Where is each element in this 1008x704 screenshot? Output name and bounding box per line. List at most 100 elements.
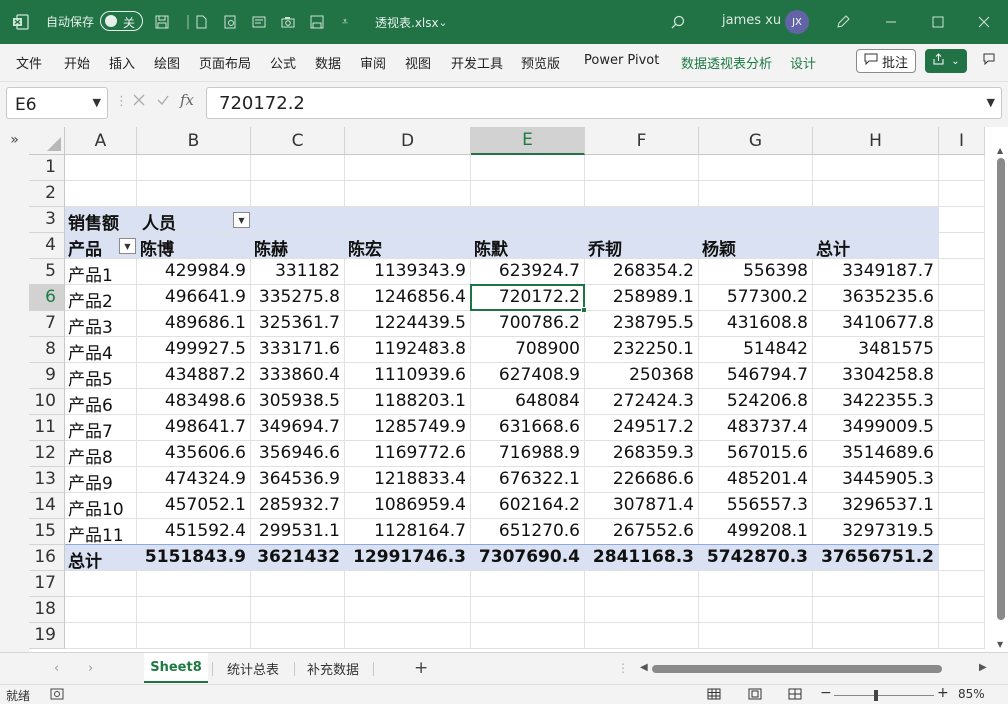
row-header-19[interactable]: 19 <box>29 623 65 649</box>
pivot-value-cell[interactable]: 623924.7 <box>471 259 585 285</box>
form-icon[interactable] <box>248 11 270 33</box>
cell[interactable] <box>699 207 813 233</box>
pivot-value-cell[interactable]: 485201.4 <box>699 467 813 493</box>
cell[interactable] <box>939 545 985 571</box>
sheet-tab-sheet8[interactable]: Sheet8 <box>144 653 208 683</box>
menu-pivot-analyze[interactable]: 数据透视表分析 <box>681 53 772 72</box>
close-icon[interactable] <box>973 11 995 33</box>
menu-file[interactable]: 文件 <box>16 53 42 72</box>
cell[interactable] <box>813 207 939 233</box>
cell[interactable] <box>939 597 985 623</box>
pivot-value-cell[interactable]: 1086959.4 <box>345 493 471 519</box>
pivot-total-row-label[interactable]: 总计 <box>65 545 137 572</box>
row-header-5[interactable]: 5 <box>29 259 65 285</box>
pivot-value-cell[interactable]: 249517.2 <box>585 415 699 441</box>
pivot-value-cell[interactable]: 268359.3 <box>585 441 699 467</box>
cell[interactable] <box>939 467 985 493</box>
menu-draw[interactable]: 绘图 <box>154 53 180 72</box>
print-preview-icon[interactable] <box>219 11 241 33</box>
pivot-value-cell[interactable]: 457052.1 <box>137 493 251 519</box>
search-icon[interactable] <box>667 11 689 33</box>
name-box[interactable]: E6 ▼ <box>6 87 108 119</box>
pivot-value-cell[interactable]: 483498.6 <box>137 389 251 415</box>
row-header-1[interactable]: 1 <box>29 155 65 181</box>
pivot-grand-total-label[interactable]: 总计 <box>813 233 939 260</box>
pivot-value-cell[interactable]: 700786.2 <box>471 311 585 337</box>
pivot-value-cell[interactable]: 333860.4 <box>251 363 345 389</box>
pivot-value-cell[interactable]: 546794.7 <box>699 363 813 389</box>
pivot-value-cell[interactable]: 1218833.4 <box>345 467 471 493</box>
pivot-value-cell[interactable]: 3304258.8 <box>813 363 939 389</box>
row-header-15[interactable]: 15 <box>29 519 65 545</box>
cell[interactable] <box>471 571 585 597</box>
cell[interactable] <box>813 155 939 181</box>
cell[interactable] <box>251 571 345 597</box>
pivot-value-cell[interactable]: 567015.6 <box>699 441 813 467</box>
file-name[interactable]: 透视表.xlsx <box>375 14 439 31</box>
pivot-value-cell[interactable]: 1188203.1 <box>345 389 471 415</box>
menu-home[interactable]: 开始 <box>64 53 90 72</box>
pivot-value-cell[interactable]: 335275.8 <box>251 285 345 311</box>
cell[interactable] <box>939 415 985 441</box>
tab-prev-icon[interactable]: ‹ <box>54 661 59 676</box>
zoom-slider[interactable] <box>834 690 934 701</box>
row-header-8[interactable]: 8 <box>29 337 65 363</box>
pivot-value-cell[interactable]: 474324.9 <box>137 467 251 493</box>
cell[interactable] <box>699 597 813 623</box>
pivot-column-label[interactable]: 乔韧 <box>585 233 699 260</box>
cancel-icon[interactable] <box>132 93 146 111</box>
select-all-corner[interactable] <box>29 127 65 155</box>
pivot-total-cell[interactable]: 37656751.2 <box>813 545 939 571</box>
cell[interactable] <box>345 623 471 649</box>
scroll-up-icon[interactable]: ▲ <box>997 146 1003 155</box>
pivot-row-label[interactable]: 产品3 <box>65 311 137 338</box>
pivot-column-label[interactable]: 陈赫 <box>251 233 345 260</box>
sheet-tab-summary[interactable]: 统计总表 <box>214 653 292 683</box>
column-header-e[interactable]: E <box>471 127 585 155</box>
chevron-down-icon[interactable]: ▼ <box>93 96 101 109</box>
menu-formulas[interactable]: 公式 <box>270 53 296 72</box>
pivot-value-cell[interactable]: 716988.9 <box>471 441 585 467</box>
pivot-value-cell[interactable]: 708900 <box>471 337 585 363</box>
macro-record-icon[interactable] <box>50 688 64 703</box>
scroll-down-icon[interactable]: ▼ <box>997 640 1003 649</box>
cell[interactable] <box>65 623 137 649</box>
worksheet-grid[interactable]: » ABCDEFGHI 1 2 3 销售额 人员 4 产品 陈博 陈赫 陈宏 陈默 乔韧 杨颖 总计 5 产品… <box>0 127 1008 652</box>
cell[interactable] <box>251 181 345 207</box>
pivot-total-cell[interactable]: 2841168.3 <box>585 545 699 571</box>
pivot-row-label[interactable]: 产品11 <box>65 519 137 546</box>
pivot-value-cell[interactable]: 3499009.5 <box>813 415 939 441</box>
cell[interactable] <box>345 571 471 597</box>
cell[interactable] <box>939 181 985 207</box>
cell[interactable] <box>939 285 985 311</box>
pivot-value-cell[interactable]: 3445905.3 <box>813 467 939 493</box>
menu-review[interactable]: 审阅 <box>360 53 386 72</box>
pivot-value-cell[interactable]: 627408.9 <box>471 363 585 389</box>
pivot-value-cell[interactable]: 435606.6 <box>137 441 251 467</box>
menu-view[interactable]: 视图 <box>405 53 431 72</box>
column-header-b[interactable]: B <box>137 127 251 155</box>
pivot-column-label[interactable]: 陈默 <box>471 233 585 260</box>
pivot-value-cell[interactable]: 285932.7 <box>251 493 345 519</box>
sheet-tab-supplement[interactable]: 补充数据 <box>296 653 370 683</box>
pivot-value-cell[interactable]: 238795.5 <box>585 311 699 337</box>
pivot-value-cell[interactable]: 1139343.9 <box>345 259 471 285</box>
cell[interactable] <box>939 441 985 467</box>
file-icon[interactable] <box>190 11 212 33</box>
comments-button[interactable]: 批注 <box>856 49 916 73</box>
pivot-value-cell[interactable]: 226686.6 <box>585 467 699 493</box>
row-header-10[interactable]: 10 <box>29 389 65 415</box>
pivot-row-label[interactable]: 产品6 <box>65 389 137 416</box>
column-header-c[interactable]: C <box>251 127 345 155</box>
pivot-value-cell[interactable]: 3514689.6 <box>813 441 939 467</box>
cell[interactable] <box>471 207 585 233</box>
pivot-value-cell[interactable]: 299531.1 <box>251 519 345 545</box>
pivot-value-cell[interactable]: 499208.1 <box>699 519 813 545</box>
cell[interactable] <box>251 155 345 181</box>
pen-icon[interactable] <box>832 11 854 33</box>
split-handle-icon[interactable]: ⋮ <box>617 661 629 675</box>
cell[interactable] <box>65 597 137 623</box>
pivot-value-cell[interactable]: 524206.8 <box>699 389 813 415</box>
row-header-11[interactable]: 11 <box>29 415 65 441</box>
pivot-value-cell[interactable]: 3296537.1 <box>813 493 939 519</box>
